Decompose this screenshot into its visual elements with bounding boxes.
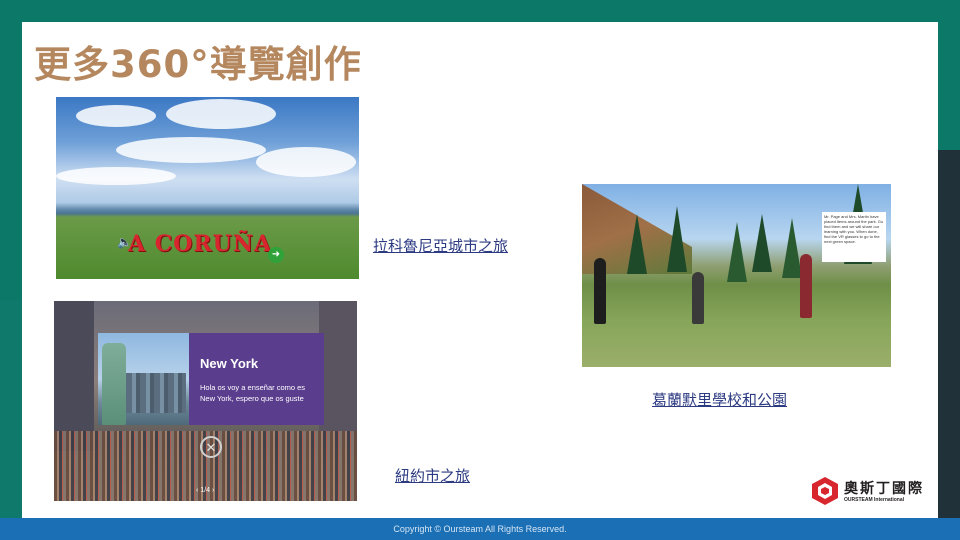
page-title: 更多360°導覽創作 [34,43,362,86]
building-shape [319,301,357,441]
instruction-bubble: Mr. Page and Mrs. Martin have placed ite… [822,212,886,262]
cloud-shape [166,99,276,129]
person-figure [800,254,812,318]
tree-shape [782,218,802,278]
chevron-right-icon[interactable]: › [212,487,214,494]
coruna-360-image[interactable]: 🔈 A CORUÑA ➜ [56,97,359,279]
building-shape [54,301,94,451]
info-panel-body: Hola os voy a enseñar como es New York, … [200,383,306,403]
cloud-shape [116,137,266,163]
info-panel [189,333,324,425]
person-figure [692,272,704,324]
tree-shape [627,214,647,274]
info-panel-heading: New York [200,356,259,371]
oursteam-logo-icon [812,477,838,505]
pager-count: 1/4 [200,487,211,494]
tree-shape [667,206,687,272]
pager[interactable]: ‹ 1/4 › [196,487,214,494]
link-new-york-tour[interactable]: 紐約市之旅 [395,465,470,486]
statue-of-liberty-shape [102,343,126,425]
cloud-shape [56,167,176,185]
close-icon[interactable]: ✕ [200,436,222,458]
link-coruna-tour[interactable]: 拉科魯尼亞城市之旅 [373,235,508,256]
logo-name-chinese: 奧斯丁國際 [844,481,924,497]
copyright-footer: Copyright © Oursteam All Rights Reserved… [0,518,960,540]
tree-shape [727,222,747,282]
tree-shape [752,214,772,272]
coruna-sign-text: A CORUÑA [128,231,273,257]
arrow-right-icon: ➜ [268,247,284,263]
park-360-image[interactable]: Mr. Page and Mrs. Martin have placed ite… [582,184,891,367]
cloud-shape [256,147,356,177]
link-park-tour[interactable]: 葛蘭默里學校和公園 [652,389,787,410]
cloud-shape [76,105,156,127]
chevron-left-icon[interactable]: ‹ [196,487,198,494]
skyline-buildings [126,373,186,413]
logo-name-english: OURSTEAM International [844,497,905,503]
new-york-360-image[interactable]: New York Hola os voy a enseñar como es N… [54,301,357,501]
person-figure [594,258,606,324]
